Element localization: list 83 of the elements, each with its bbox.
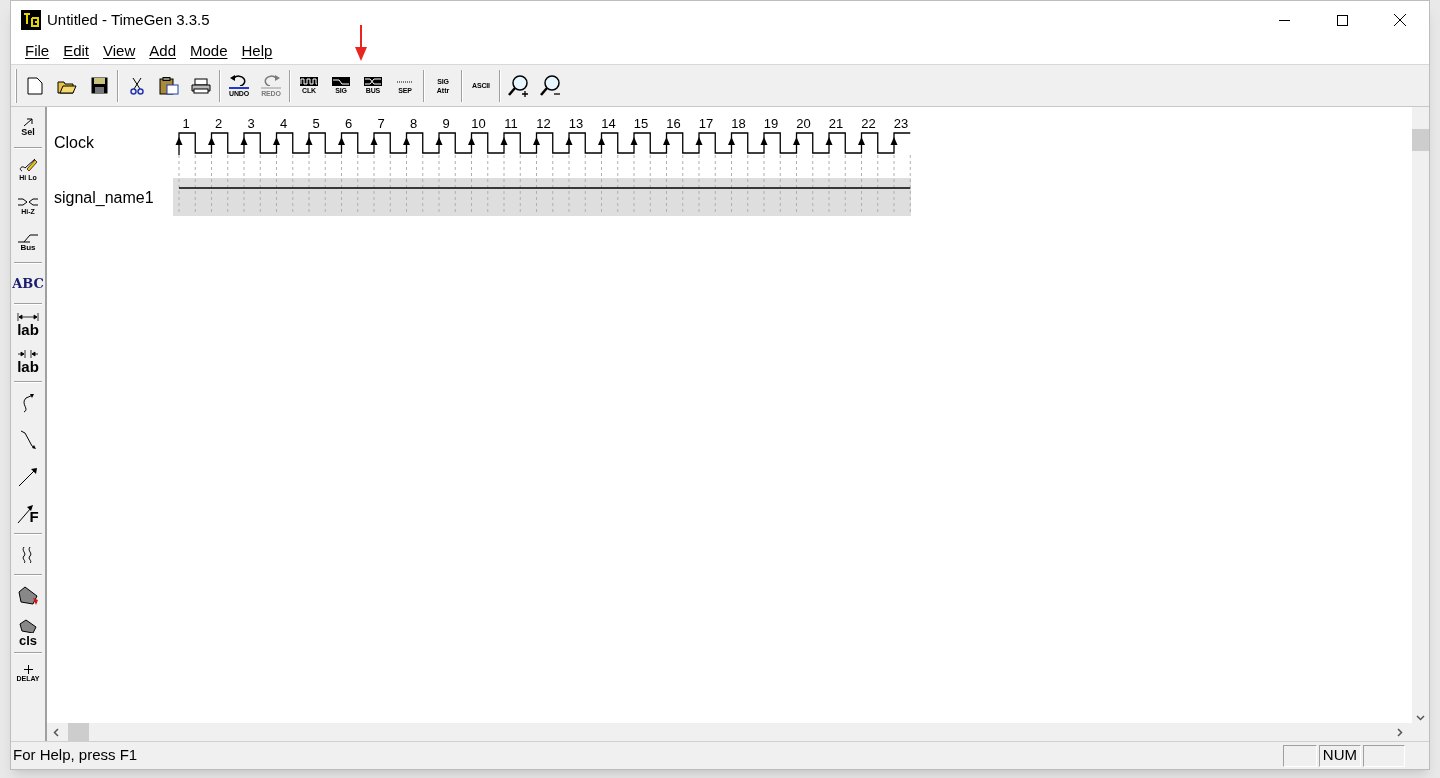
tool-label: cls (18, 633, 38, 647)
cycle-number: 1 (182, 116, 190, 131)
cycle-number: 11 (504, 116, 518, 131)
cycle-number: 20 (796, 116, 811, 131)
diagonal-arrow-icon (18, 466, 38, 487)
tag-icon (17, 585, 39, 606)
cycle-number: 2 (214, 116, 223, 131)
cycle-number: 6 (344, 116, 353, 131)
cycle-number: 12 (536, 116, 551, 131)
arrow-icon (22, 118, 34, 127)
span-arrow-icon (17, 312, 39, 321)
menu-item[interactable]: Edit (57, 40, 96, 63)
tool-label: Sel (21, 128, 35, 137)
inward-arrows-icon (17, 349, 39, 358)
printer-icon (191, 77, 211, 94)
menu-item[interactable]: Mode (184, 40, 234, 63)
status-pane (1282, 744, 1317, 767)
cycle-number: 23 (893, 116, 909, 131)
cycle-number: 9 (442, 116, 450, 131)
hi-z-icon (17, 196, 39, 207)
scroll-down-icon[interactable] (1416, 715, 1425, 721)
tool-label: ABC (12, 277, 44, 290)
tool-label: lab (17, 358, 39, 374)
bus-slope-icon (17, 233, 39, 243)
status-indicator: NUM (1318, 744, 1361, 767)
cycle-number: 17 (698, 116, 714, 131)
maximize-icon (1336, 14, 1348, 26)
new-file-icon (27, 76, 43, 95)
tool-button[interactable]: Bus (12, 224, 44, 261)
underline-bar-icon (261, 86, 281, 89)
bent-arrow-icon (19, 429, 37, 450)
cycle-number: 15 (633, 116, 649, 131)
cycle-number: 21 (828, 116, 844, 131)
window-title: Untitled - TimeGen 3.3.5 (47, 9, 210, 30)
plus-icon (23, 665, 33, 674)
signal-name[interactable]: Clock (54, 135, 94, 151)
cycle-number: 4 (279, 116, 288, 131)
cycle-number: 16 (666, 116, 681, 131)
close-icon (1394, 14, 1406, 26)
clock-wave-icon (300, 77, 318, 86)
vertical-scrollbar[interactable] (1412, 107, 1429, 723)
cycle-number: 10 (471, 116, 486, 131)
menu-item[interactable]: File (19, 40, 56, 63)
scroll-left-icon[interactable] (53, 727, 59, 737)
tool-button[interactable]: lab (12, 343, 44, 380)
tool-label: lab (17, 321, 39, 337)
tool-button[interactable]: lab (12, 306, 44, 343)
cycle-number: 22 (861, 116, 876, 131)
cycle-number: 18 (731, 116, 746, 131)
zoom-out-icon (539, 73, 563, 98)
cycle-number: 5 (312, 116, 320, 131)
cycle-number: 7 (377, 116, 385, 131)
zoom-in-icon (507, 73, 531, 98)
underline-bar-icon (229, 86, 249, 89)
tool-button[interactable]: ABC (12, 265, 44, 302)
tool-button[interactable]: Sel (12, 109, 44, 146)
tag-icon (18, 618, 38, 633)
menu-item[interactable]: Add (143, 40, 182, 63)
bus-wave-icon (364, 77, 382, 86)
scrollbar-thumb[interactable] (68, 723, 89, 741)
signal-name[interactable]: signal_name1 (54, 190, 154, 206)
tool-button[interactable]: F (12, 495, 44, 532)
cycle-number: 14 (601, 116, 616, 131)
app-logo-icon (21, 10, 41, 30)
minimize-icon (1278, 19, 1290, 21)
scroll-right-icon[interactable] (1397, 727, 1403, 737)
cycle-number: 3 (247, 116, 255, 131)
scrollbar-thumb[interactable] (1412, 129, 1429, 151)
signal-wave-icon (332, 77, 350, 86)
menu-item[interactable]: Help (235, 40, 279, 63)
cycle-number: 8 (409, 116, 418, 131)
status-text: For Help, press F1 (13, 745, 138, 766)
status-pane (1363, 744, 1405, 767)
cycle-number: 13 (568, 116, 584, 131)
annotation-arrow (355, 25, 367, 61)
tool-button[interactable]: cls (12, 614, 44, 651)
scissors-icon (130, 76, 144, 95)
tool-label: F (29, 508, 39, 524)
cycle-number: 19 (763, 116, 779, 131)
tool-label: Bus (20, 243, 36, 252)
pencil-icon (18, 156, 38, 173)
clipboard-icon (159, 76, 179, 95)
menu-item[interactable]: View (97, 40, 142, 63)
